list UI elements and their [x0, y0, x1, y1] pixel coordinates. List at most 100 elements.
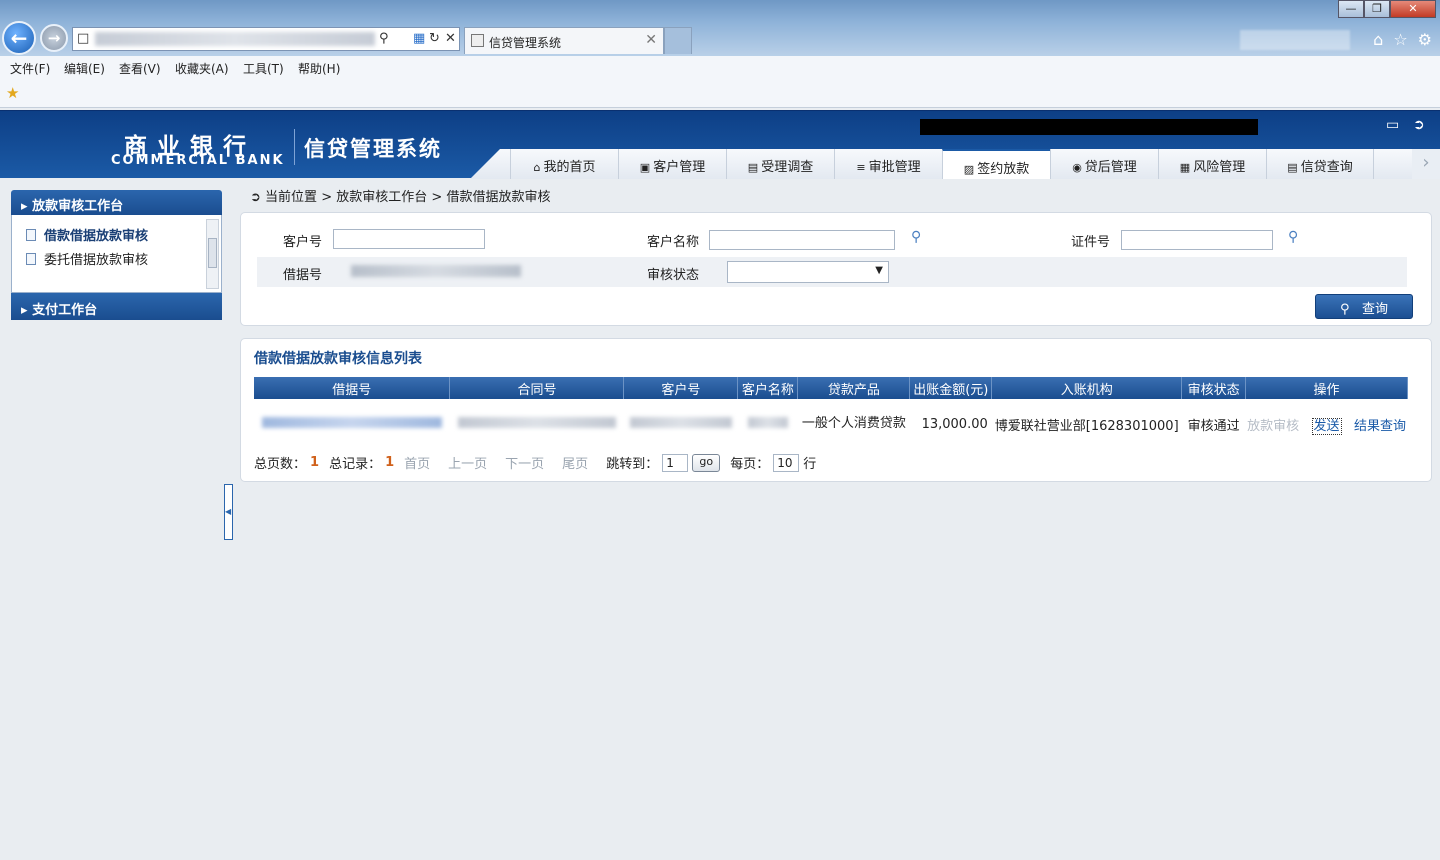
logout-icon[interactable]: ➲: [1413, 117, 1425, 133]
customer-name-redacted: [747, 416, 788, 428]
address-url-redacted: [95, 32, 375, 46]
customer-name-label: 客户名称: [647, 235, 700, 250]
tab-approval[interactable]: ≡ 审批管理: [834, 149, 942, 179]
tab-customer[interactable]: ▣ 客户管理: [618, 149, 726, 179]
customer-icon: ▣: [639, 161, 651, 174]
audit-link-disabled: 放款审核: [1247, 418, 1300, 434]
menu-edit[interactable]: 编辑(E): [64, 60, 105, 77]
window-controls: — ❐ ✕: [1338, 0, 1436, 18]
audit-status-label: 审核状态: [647, 268, 700, 283]
id-search-icon[interactable]: ⚲: [1288, 229, 1298, 245]
cell-contract-no: [450, 399, 624, 449]
home-icon[interactable]: ⌂: [1373, 30, 1383, 49]
sidebar-section-loan-audit[interactable]: ▸ 放款审核工作台: [11, 190, 222, 215]
add-favorite-icon[interactable]: ★: [6, 84, 19, 102]
tab-contract[interactable]: ▨ 签约放款: [942, 149, 1050, 179]
postloan-icon: ◉: [1072, 161, 1082, 174]
favorites-bar: ★: [0, 78, 1440, 108]
nav-scroll-right-icon[interactable]: ›: [1412, 149, 1440, 179]
compat-icon[interactable]: ▦: [413, 31, 425, 46]
sidebar-collapse-handle[interactable]: ◀: [224, 484, 233, 540]
survey-icon: ▤: [747, 161, 759, 174]
query-button[interactable]: ⚲ 查询: [1315, 294, 1413, 319]
tab-postloan[interactable]: ◉ 贷后管理: [1050, 149, 1158, 179]
id-no-label: 证件号: [1071, 235, 1111, 250]
close-window-button[interactable]: ✕: [1390, 0, 1436, 18]
tab-home[interactable]: ⌂ 我的首页: [510, 149, 618, 179]
breadcrumb-level2: 借款借据放款审核: [446, 190, 551, 205]
customer-search-icon[interactable]: ⚲: [911, 229, 921, 245]
col-operations: 操作: [1245, 377, 1408, 399]
close-tab-icon[interactable]: ✕: [645, 32, 657, 48]
breadcrumb-prefix: 当前位置: [265, 190, 318, 205]
browser-tab[interactable]: 信贷管理系统 ✕: [464, 27, 664, 54]
cell-operations: 放款审核 发送 结果查询: [1246, 399, 1408, 449]
minimize-button[interactable]: —: [1338, 0, 1364, 18]
cell-product: 一般个人消费贷款: [801, 416, 906, 431]
first-page-link[interactable]: 首页: [404, 453, 430, 472]
col-institution: 入账机构: [991, 377, 1183, 399]
search-icon[interactable]: ⚲: [379, 31, 389, 46]
back-button[interactable]: ←: [2, 21, 36, 55]
result-query-link[interactable]: 结果查询: [1354, 419, 1406, 434]
home-icon: ⌂: [533, 161, 541, 174]
cell-customer-no: [624, 399, 738, 449]
total-pages-label: 总页数：: [254, 457, 307, 472]
breadcrumb-separator: >: [321, 190, 333, 205]
menu-tools[interactable]: 工具(T): [243, 60, 284, 77]
sidebar-item-loan-audit[interactable]: 借款借据放款审核: [26, 225, 221, 244]
tab-query[interactable]: ▤ 信贷查询: [1266, 149, 1374, 179]
next-page-link[interactable]: 下一页: [505, 453, 544, 472]
favorites-star-icon[interactable]: ☆: [1393, 30, 1407, 49]
new-tab-button[interactable]: [664, 27, 692, 54]
per-page-input[interactable]: 10: [773, 453, 800, 472]
pagination: 总页数： 1 总记录： 1 首页 上一页 下一页 尾页 跳转到： 1 go 每页…: [254, 453, 816, 472]
sidebar-scrollbar[interactable]: [206, 219, 219, 289]
send-link[interactable]: 发送: [1311, 417, 1342, 435]
customer-no-input[interactable]: [333, 229, 485, 249]
customer-no-redacted: [629, 416, 732, 428]
forward-button[interactable]: →: [40, 24, 68, 52]
query-button-label: 查询: [1361, 302, 1388, 317]
id-no-input[interactable]: [1121, 230, 1273, 250]
settings-gear-icon[interactable]: ⚙: [1418, 30, 1432, 49]
cell-loan-no[interactable]: [254, 399, 450, 449]
maximize-button[interactable]: ❐: [1364, 0, 1390, 18]
desktop-icon[interactable]: ▭: [1386, 117, 1399, 133]
address-bar[interactable]: □ ⚲ ▦ ↻ ✕: [72, 27, 460, 51]
go-button[interactable]: go: [692, 453, 721, 472]
menu-help[interactable]: 帮助(H): [298, 60, 340, 77]
row-unit-label: 行: [803, 457, 817, 472]
tab-label: 贷后管理: [1084, 160, 1137, 175]
tab-label: 签约放款: [977, 162, 1030, 177]
breadcrumb-level1[interactable]: 放款审核工作台: [336, 190, 427, 205]
menu-bar: 文件(F) 编辑(E) 查看(V) 收藏夹(A) 工具(T) 帮助(H): [0, 56, 1440, 78]
loan-no-redacted[interactable]: [261, 416, 442, 428]
browser-search-redacted[interactable]: [1240, 30, 1350, 50]
sidebar-section-payment[interactable]: ▸ 支付工作台: [11, 293, 222, 320]
cell-status: 审核通过: [1187, 418, 1240, 434]
sidebar-item-entrusted-audit[interactable]: 委托借据放款审核: [26, 249, 221, 268]
table-row: 一般个人消费贷款 13,000.00 博爱联社营业部[1628301000] 审…: [254, 399, 1408, 449]
tab-label: 客户管理: [653, 160, 706, 175]
scrollbar-thumb[interactable]: [208, 238, 217, 268]
menu-view[interactable]: 查看(V): [119, 60, 161, 77]
sidebar-section-body: 借款借据放款审核 委托借据放款审核: [11, 215, 222, 293]
loan-no-value-redacted[interactable]: [351, 265, 521, 277]
customer-name-input[interactable]: [709, 230, 895, 250]
sidebar-section-label: 支付工作台: [32, 303, 98, 318]
audit-status-select[interactable]: ▼: [727, 261, 889, 283]
jump-page-input[interactable]: 1: [662, 453, 689, 472]
last-page-link[interactable]: 尾页: [562, 453, 588, 472]
tab-survey[interactable]: ▤ 受理调查: [726, 149, 834, 179]
customer-no-label: 客户号: [283, 235, 323, 250]
menu-favorites[interactable]: 收藏夹(A): [175, 60, 229, 77]
approval-icon: ≡: [856, 161, 866, 174]
cell-amount: 13,000.00: [921, 416, 988, 432]
menu-file[interactable]: 文件(F): [10, 60, 50, 77]
prev-page-link[interactable]: 上一页: [448, 453, 487, 472]
stop-icon[interactable]: ✕: [445, 31, 456, 46]
tab-risk[interactable]: ▦ 风险管理: [1158, 149, 1266, 179]
refresh-icon[interactable]: ↻: [429, 31, 440, 46]
col-customer-name: 客户名称: [737, 377, 799, 399]
